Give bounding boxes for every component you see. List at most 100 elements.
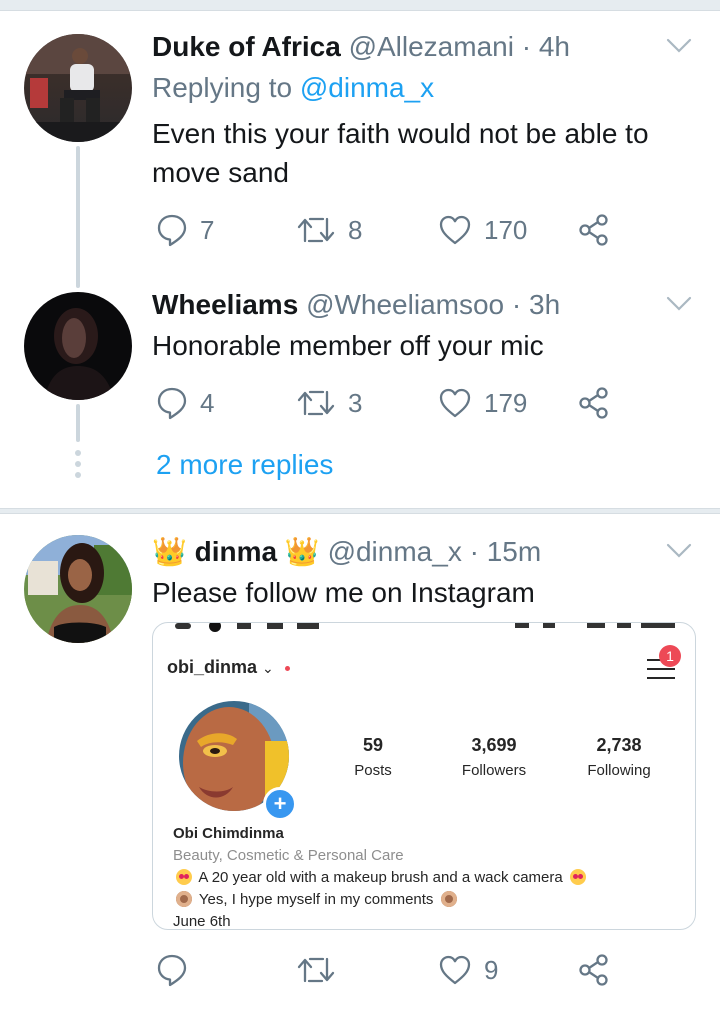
tweet-text: Honorable member off your mic	[152, 330, 544, 361]
replying-to-link[interactable]: @dinma_x	[300, 72, 434, 103]
reply-count: 4	[200, 387, 215, 418]
timestamp[interactable]: 3h	[529, 289, 560, 320]
tweet-header: Wheeliams @Wheeliamsoo · 3h	[152, 288, 560, 322]
ig-bio-text: A 20 year old with a makeup brush and a …	[198, 869, 563, 886]
retweet-button[interactable]	[296, 950, 336, 990]
like-count: 9	[484, 954, 499, 985]
tweet-header: 👑 dinma 👑 @dinma_x · 15m	[152, 535, 541, 569]
like-button[interactable]: 9	[438, 950, 498, 990]
ig-notification-badge: 1	[659, 645, 681, 667]
separator-dot: ·	[511, 289, 522, 320]
timestamp[interactable]: 4h	[539, 31, 570, 62]
like-button[interactable]: 179	[438, 383, 527, 423]
author-handle[interactable]: @Allezamani	[349, 31, 514, 62]
like-count: 179	[484, 387, 528, 418]
ig-username-text: obi_dinma	[167, 657, 258, 677]
retweet-count: 3	[348, 387, 363, 418]
ig-followers-label: Followers	[461, 762, 527, 779]
speech-bubble-icon	[157, 954, 187, 987]
like-button[interactable]: 170	[438, 210, 527, 250]
ig-following-label: Following	[587, 762, 651, 779]
chevron-down-icon[interactable]	[666, 543, 692, 559]
reply-button[interactable]: 4	[156, 383, 214, 423]
reply-button[interactable]: 7	[156, 210, 214, 250]
ig-username[interactable]: obi_dinma ⌄	[167, 657, 290, 678]
author-name[interactable]: Duke of Africa	[152, 31, 341, 62]
tweet-actions: 7 8 170	[152, 210, 632, 250]
author-handle[interactable]: @Wheeliamsoo	[306, 289, 504, 320]
heart-icon	[439, 215, 471, 245]
phone-status-bar	[175, 623, 675, 632]
share-nodes-icon	[579, 954, 608, 986]
add-story-button[interactable]: +	[263, 787, 297, 821]
share-nodes-icon	[579, 387, 608, 419]
share-button[interactable]	[578, 950, 610, 990]
separator-dot: ·	[469, 536, 479, 567]
crown-emoji-icon: 👑	[152, 536, 187, 567]
ig-following-count: 2,738	[596, 735, 642, 755]
tweet-actions: 4 3 179	[152, 383, 632, 423]
ig-full-name: Obi Chimdinma	[173, 825, 284, 842]
heart-eyes-emoji-icon	[569, 869, 586, 885]
timestamp[interactable]: 15m	[487, 536, 541, 567]
chevron-down-icon[interactable]	[666, 38, 692, 54]
more-replies-link[interactable]: 2 more replies	[156, 449, 333, 481]
ig-bio-text: Yes, I hype myself in my comments	[198, 891, 434, 908]
tweet-text: Please follow me on Instagram	[152, 577, 535, 608]
conversation-divider	[0, 508, 720, 514]
see-no-evil-monkey-emoji-icon	[440, 891, 457, 907]
share-button[interactable]	[578, 210, 610, 250]
heart-icon	[439, 388, 471, 418]
author-name[interactable]: Wheeliams	[152, 289, 298, 320]
retweet-arrows-icon	[297, 217, 335, 243]
ig-bio-line: A 20 year old with a makeup brush and a …	[173, 869, 589, 886]
tweet-media-image[interactable]: obi_dinma ⌄ 1 + 59 Posts 3,699 Followers…	[152, 622, 696, 930]
thread-dots	[74, 450, 82, 483]
speech-bubble-icon	[157, 214, 187, 247]
author-handle[interactable]: @dinma_x	[328, 536, 462, 567]
thread-line	[76, 146, 80, 288]
retweet-arrows-icon	[297, 390, 335, 416]
like-count: 170	[484, 214, 528, 245]
retweet-button[interactable]: 3	[296, 383, 362, 423]
share-button[interactable]	[578, 383, 610, 423]
ig-followers-count: 3,699	[471, 735, 517, 755]
share-nodes-icon	[579, 214, 608, 246]
separator-dot: ·	[521, 31, 532, 62]
heart-eyes-emoji-icon	[176, 869, 192, 885]
avatar-duke-image	[24, 34, 132, 142]
author-name[interactable]: dinma	[195, 536, 277, 567]
see-no-evil-monkey-emoji-icon	[176, 891, 192, 907]
tweet-text: Even this your faith would not be able t…	[152, 118, 649, 188]
heart-icon	[439, 955, 471, 985]
previous-tweet-edge	[0, 0, 720, 11]
avatar-duke[interactable]	[24, 34, 132, 142]
ig-bio-line: Yes, I hype myself in my comments	[173, 891, 460, 908]
ig-bio-line: June 6th	[173, 913, 231, 930]
thread-line	[76, 404, 80, 442]
chevron-down-icon: ⌄	[262, 660, 274, 676]
reply-button[interactable]	[156, 950, 188, 990]
speech-bubble-icon	[157, 387, 187, 420]
reply-count: 7	[200, 214, 215, 245]
avatar-wheeliams-image	[44, 308, 114, 400]
replying-prefix: Replying to	[152, 72, 293, 103]
avatar-dinma[interactable]	[24, 535, 132, 643]
chevron-down-icon[interactable]	[666, 296, 692, 312]
retweet-count: 8	[348, 214, 363, 245]
ig-following-stat[interactable]: 2,738 Following	[577, 735, 661, 779]
ig-followers-stat[interactable]: 3,699 Followers	[449, 735, 539, 779]
ig-posts-stat[interactable]: 59 Posts	[343, 735, 403, 779]
ig-category: Beauty, Cosmetic & Personal Care	[173, 847, 404, 864]
ig-posts-count: 59	[362, 735, 384, 755]
replying-to: Replying to @dinma_x	[152, 72, 434, 104]
ig-posts-label: Posts	[354, 762, 392, 779]
ig-notification-dot	[284, 665, 290, 671]
tweet-actions: 9	[152, 950, 632, 990]
avatar-dinma-image	[24, 535, 132, 643]
avatar-wheeliams[interactable]	[24, 292, 132, 400]
retweet-button[interactable]: 8	[296, 210, 362, 250]
crown-emoji-icon: 👑	[284, 536, 320, 567]
tweet-header: Duke of Africa @Allezamani · 4h	[152, 30, 570, 64]
retweet-arrows-icon	[297, 957, 335, 983]
